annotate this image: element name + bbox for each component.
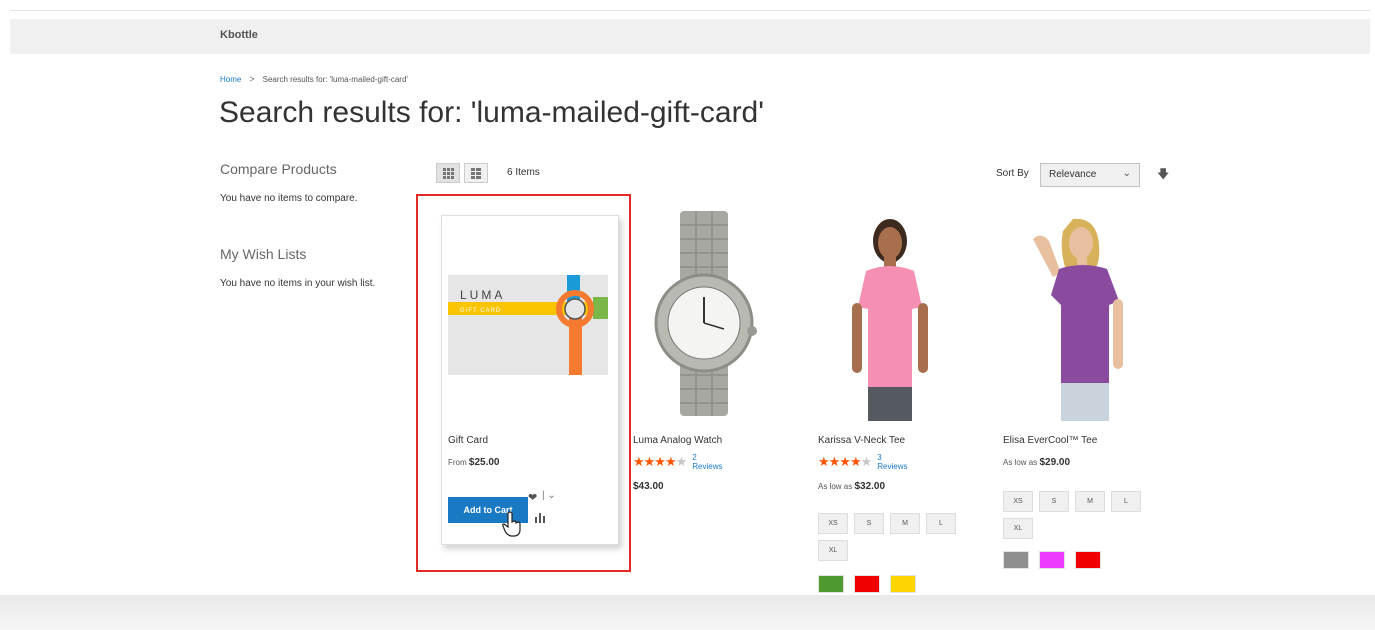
size-swatch-l[interactable]: L (1111, 491, 1141, 512)
sidebar: Compare Products You have no items to co… (220, 161, 410, 289)
reviews-link[interactable]: 3 Reviews (877, 453, 907, 471)
compare-products-title: Compare Products (220, 161, 337, 177)
list-icon (471, 167, 481, 179)
karissa-tee-image[interactable] (808, 211, 978, 421)
list-view-button[interactable] (464, 163, 488, 183)
size-swatch-s[interactable]: S (854, 513, 884, 534)
elisa-tee-image[interactable] (993, 211, 1163, 421)
highlight-annotation-box (416, 194, 631, 572)
size-swatches: XS S M L XL (1003, 491, 1153, 539)
sort-by-value: Relevance (1049, 169, 1097, 180)
product-price: As low as $29.00 (1003, 457, 1070, 468)
wishlist-title: My Wish Lists (220, 246, 307, 262)
color-swatch-purple[interactable] (1039, 551, 1065, 569)
product-reviews: ★★★★★ 2 Reviews (633, 453, 723, 471)
analog-watch-image[interactable] (624, 211, 794, 421)
breadcrumb-current: Search results for: 'luma-mailed-gift-ca… (262, 74, 408, 84)
size-swatch-m[interactable]: M (1075, 491, 1105, 512)
size-swatch-m[interactable]: M (890, 513, 920, 534)
price-value: $32.00 (854, 481, 886, 492)
color-swatches (818, 575, 916, 593)
size-swatch-xs[interactable]: XS (818, 513, 848, 534)
rating-stars-icon: ★★★★★ (633, 454, 687, 469)
price-value: $29.00 (1039, 457, 1071, 468)
product-price: $43.00 (633, 481, 664, 492)
sort-by-select[interactable]: Relevance ⌄ (1040, 163, 1140, 187)
items-count: 6 Items (507, 167, 540, 178)
rating-stars-icon: ★★★★★ (818, 454, 872, 469)
color-swatch-gray[interactable] (1003, 551, 1029, 569)
color-swatch-yellow[interactable] (890, 575, 916, 593)
color-swatch-green[interactable] (818, 575, 844, 593)
color-swatch-red[interactable] (1075, 551, 1101, 569)
product-reviews: ★★★★★ 3 Reviews (818, 453, 908, 471)
product-name[interactable]: Luma Analog Watch (633, 435, 722, 446)
grid-view-button[interactable] (436, 163, 460, 183)
size-swatch-s[interactable]: S (1039, 491, 1069, 512)
size-swatches: XS S M L XL (818, 513, 968, 561)
product-name[interactable]: Elisa EverCool™ Tee (1003, 435, 1097, 446)
size-swatch-xl[interactable]: XL (818, 540, 848, 561)
sort-by-label: Sort By (996, 168, 1029, 179)
breadcrumb-home-link[interactable]: Home (220, 75, 241, 84)
size-swatch-l[interactable]: L (926, 513, 956, 534)
grid-icon (442, 167, 454, 179)
breadcrumb: Home > Search results for: 'luma-mailed-… (220, 74, 408, 84)
products-toolbar: 6 Items Sort By Relevance ⌄ 🡇 (434, 163, 1174, 187)
header-bar: Kbottle (10, 19, 1370, 54)
page-frame: Kbottle Home > Search results for: 'luma… (10, 10, 1370, 630)
color-swatch-red[interactable] (854, 575, 880, 593)
reviews-link[interactable]: 2 Reviews (692, 453, 722, 471)
bottom-band (0, 595, 1375, 630)
sort-direction-arrow-icon[interactable]: 🡇 (1157, 165, 1169, 186)
product-name[interactable]: Karissa V-Neck Tee (818, 435, 905, 446)
compare-empty-text: You have no items to compare. (220, 193, 358, 204)
breadcrumb-separator: > (249, 74, 255, 84)
size-swatch-xs[interactable]: XS (1003, 491, 1033, 512)
price-value: $43.00 (633, 481, 664, 492)
color-swatches (1003, 551, 1101, 569)
price-prefix: As low as (818, 482, 853, 491)
price-prefix: As low as (1003, 458, 1038, 467)
size-swatch-xl[interactable]: XL (1003, 518, 1033, 539)
brand-name[interactable]: Kbottle (220, 29, 258, 41)
product-price: As low as $32.00 (818, 481, 885, 492)
wishlist-empty-text: You have no items in your wish list. (220, 278, 376, 289)
chevron-down-icon: ⌄ (1122, 168, 1131, 179)
page-title: Search results for: 'luma-mailed-gift-ca… (219, 96, 764, 129)
